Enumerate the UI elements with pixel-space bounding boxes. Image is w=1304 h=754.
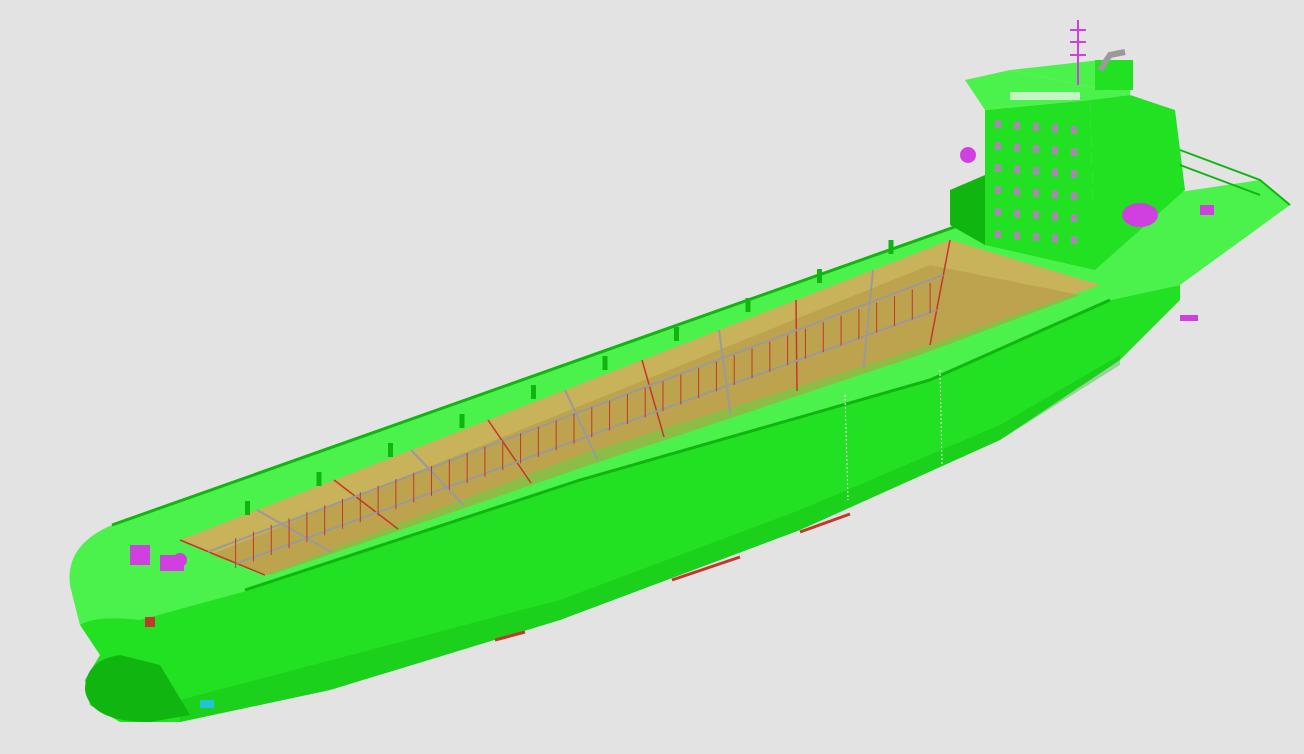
stanchion bbox=[459, 414, 465, 428]
stanchion bbox=[531, 385, 536, 399]
3d-model-viewport[interactable] bbox=[0, 0, 1304, 754]
window bbox=[1014, 209, 1020, 218]
window bbox=[1052, 124, 1058, 133]
bridge-front bbox=[1010, 92, 1080, 100]
hold-bulkhead-line bbox=[795, 299, 798, 392]
window bbox=[1014, 231, 1020, 240]
stanchion bbox=[745, 298, 751, 312]
stanchion bbox=[817, 269, 822, 283]
stanchion bbox=[602, 356, 608, 370]
stanchion bbox=[888, 240, 894, 254]
window bbox=[1071, 214, 1077, 222]
window bbox=[995, 142, 1001, 150]
window bbox=[1052, 234, 1058, 243]
window bbox=[1071, 192, 1077, 200]
window bbox=[1014, 143, 1020, 152]
window bbox=[995, 120, 1001, 128]
window bbox=[1033, 167, 1039, 175]
window bbox=[1071, 236, 1077, 244]
deck-tank bbox=[960, 147, 976, 163]
window bbox=[1033, 123, 1039, 131]
window bbox=[1052, 168, 1058, 177]
window bbox=[1052, 212, 1058, 221]
window bbox=[1033, 211, 1039, 219]
window bbox=[1071, 148, 1077, 156]
bow-thruster bbox=[200, 700, 214, 708]
bow-marker bbox=[145, 617, 155, 627]
stanchion bbox=[674, 327, 679, 341]
window bbox=[1033, 189, 1039, 197]
window bbox=[1014, 187, 1020, 196]
window bbox=[995, 208, 1001, 216]
window bbox=[1052, 146, 1058, 155]
window bbox=[1033, 145, 1039, 153]
window bbox=[995, 230, 1001, 238]
window bbox=[1052, 190, 1058, 199]
window bbox=[1033, 233, 1039, 241]
stanchion bbox=[960, 211, 965, 225]
window bbox=[1071, 126, 1077, 134]
window bbox=[995, 186, 1001, 194]
stanchion bbox=[388, 443, 393, 457]
purifier-tank bbox=[1122, 203, 1158, 227]
window bbox=[1071, 170, 1077, 178]
window bbox=[995, 164, 1001, 172]
ship-3d-model-icon[interactable] bbox=[0, 0, 1304, 754]
stanchion bbox=[245, 501, 250, 515]
window bbox=[1014, 165, 1020, 174]
stanchion bbox=[316, 472, 322, 486]
window bbox=[1014, 121, 1020, 130]
